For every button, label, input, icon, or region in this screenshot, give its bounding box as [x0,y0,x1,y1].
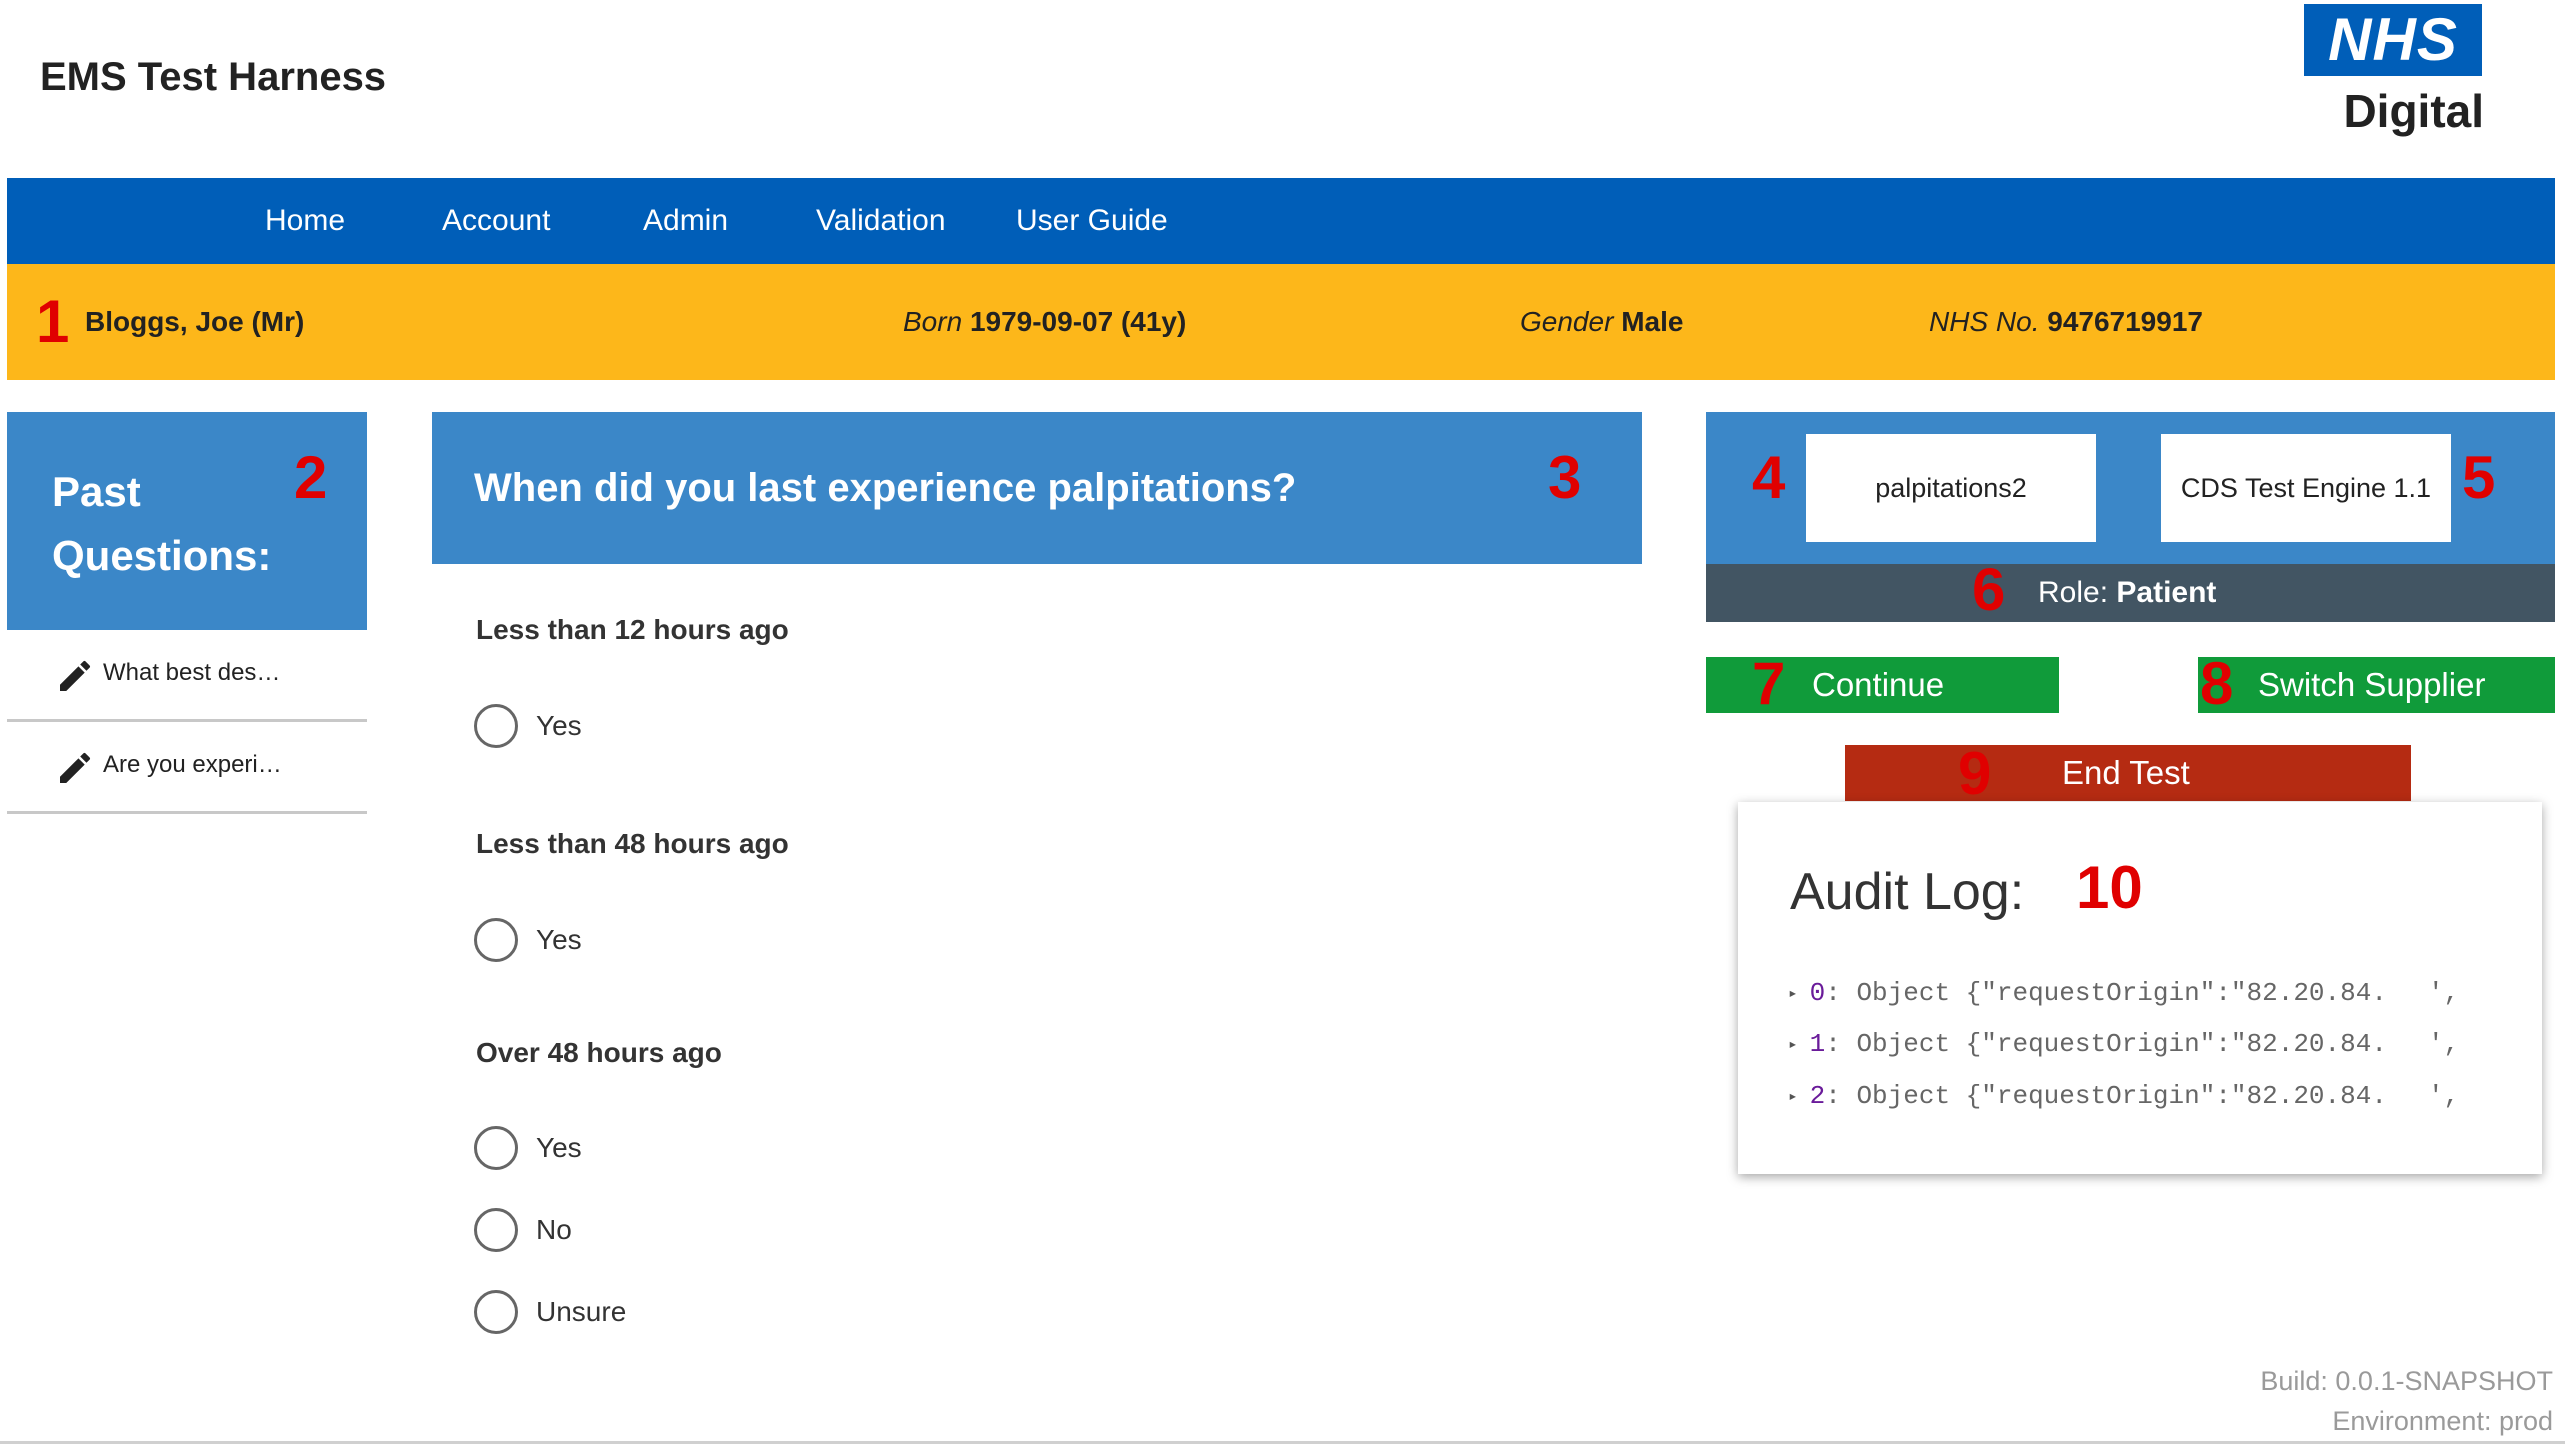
option-label: Yes [536,1132,582,1163]
nav-home[interactable]: Home [265,178,345,264]
answer-group-title: Over 48 hours ago [476,1037,722,1068]
expand-triangle-icon[interactable]: ▸ [1788,1036,1798,1054]
role-text: Role: Patient [2038,564,2216,622]
role-value: Patient [2116,576,2217,609]
entry-text: : Object {"requestOrigin":"82.20.84. [1825,1029,2387,1059]
switch-supplier-button[interactable]: Switch Supplier [2198,657,2555,713]
nav-admin[interactable]: Admin [643,178,728,264]
radio-button[interactable] [474,918,518,962]
past-question-item[interactable]: What best des… [7,630,367,722]
annotation-marker: 2 [294,444,328,511]
nav-validation[interactable]: Validation [816,178,946,264]
entry-tail: ', [2428,978,2460,1008]
annotation-marker: 6 [1972,556,2006,623]
question-text: When did you last experience palpitation… [474,466,1297,510]
test-info-panel: palpitations2 CDS Test Engine 1.1 Role: … [1706,412,2555,622]
past-questions-title: Past Questions: [52,468,272,579]
pencil-icon [60,660,91,691]
entry-tail: ', [2428,1029,2460,1059]
entry-text: : Object {"requestOrigin":"82.20.84. [1825,1081,2387,1111]
expand-triangle-icon[interactable]: ▸ [1788,985,1798,1003]
role-bar: Role: Patient [1706,564,2555,622]
radio-button[interactable] [474,1290,518,1334]
past-question-label: Are you experi… [103,751,282,778]
build-info: Build: 0.0.1-SNAPSHOT [2260,1366,2553,1396]
entry-index: 2 [1809,1081,1826,1111]
option-label: Unsure [536,1296,627,1327]
entry-index: 0 [1809,978,1826,1008]
nhs-logo-box: NHS [2304,4,2482,76]
app-title: EMS Test Harness [40,55,387,99]
option-label: No [536,1214,572,1245]
entry-text: : Object {"requestOrigin":"82.20.84. [1825,978,2387,1008]
annotation-marker: 10 [2076,854,2143,921]
environment-info: Environment: prod [2332,1406,2553,1436]
past-question-label: What best des… [103,659,281,686]
nhs-value: 9476719917 [2047,306,2203,337]
annotation-marker: 7 [1752,650,1786,717]
audit-log-entry[interactable]: ▸ 1: Object {"requestOrigin":"82.20.84. ', [1788,1029,2459,1059]
entry-tail: ', [2428,1081,2460,1111]
radio-button[interactable] [474,704,518,748]
option-label: Yes [536,924,582,955]
radio-button[interactable] [474,1208,518,1252]
engine-box: CDS Test Engine 1.1 [2161,434,2451,542]
patient-gender: Gender Male [1520,264,1683,380]
born-label: Born [903,306,963,337]
born-value: 1979-09-07 (41y) [969,306,1187,337]
annotation-marker: 9 [1958,740,1992,807]
nav-user-guide[interactable]: User Guide [1016,178,1168,264]
answer-group-title: Less than 12 hours ago [476,614,789,645]
annotation-marker: 8 [2200,650,2234,717]
patient-nhs-number: NHS No. 9476719917 [1929,264,2203,380]
end-test-button[interactable]: End Test [1845,745,2411,801]
gender-label: Gender [1520,306,1614,337]
radio-button[interactable] [474,1126,518,1170]
nav-account[interactable]: Account [442,178,550,264]
gender-value: Male [1621,306,1684,337]
question-header: When did you last experience palpitation… [432,412,1642,564]
audit-log-entry[interactable]: ▸ 2: Object {"requestOrigin":"82.20.84. ', [1788,1081,2459,1111]
bottom-divider [0,1441,2565,1444]
pencil-icon [60,752,91,783]
patient-born: Born 1979-09-07 (41y) [903,264,1186,380]
audit-log-title: Audit Log: [1790,863,2025,921]
main-nav: Home Account Admin Validation User Guide [7,178,2555,264]
annotation-marker: 1 [36,288,70,355]
option-label: Yes [536,710,582,741]
expand-triangle-icon[interactable]: ▸ [1788,1088,1798,1106]
annotation-marker: 4 [1752,444,1786,511]
answer-group-title: Less than 48 hours ago [476,828,789,859]
entry-index: 1 [1809,1029,1826,1059]
service-id-box: palpitations2 [1806,434,2096,542]
annotation-marker: 3 [1548,444,1582,511]
role-label: Role: [2038,576,2109,609]
audit-log-entry[interactable]: ▸ 0: Object {"requestOrigin":"82.20.84. ', [1788,978,2459,1008]
annotation-marker: 5 [2462,444,2496,511]
nhs-label: NHS No. [1929,306,2040,337]
patient-banner: Bloggs, Joe (Mr) Born 1979-09-07 (41y) G… [7,264,2555,380]
patient-name: Bloggs, Joe (Mr) [85,306,305,337]
past-question-item[interactable]: Are you experi… [7,722,367,814]
nhs-digital-logo: NHS Digital [2300,4,2490,138]
nhs-logo-digital: Digital [2343,85,2484,137]
